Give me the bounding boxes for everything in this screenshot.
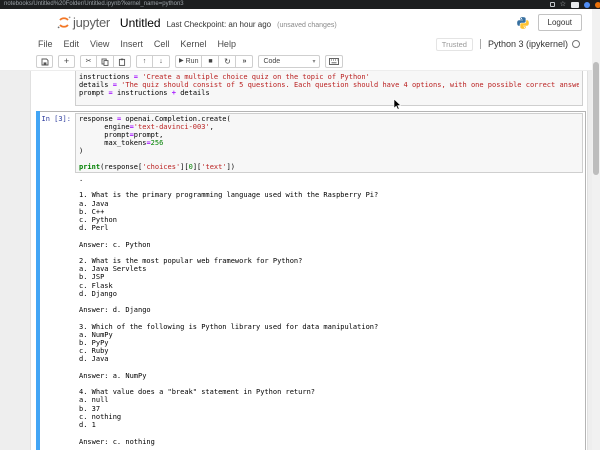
insert-cell-button[interactable]: + — [58, 55, 75, 68]
plus-icon: + — [63, 56, 70, 66]
arrow-down-icon: ↓ — [159, 58, 163, 65]
kernel-indicator: Python 3 (ipykernel) — [479, 39, 580, 49]
vertical-scrollbar[interactable] — [592, 9, 600, 450]
restart-run-all-button[interactable]: » — [236, 55, 254, 68]
kernel-idle-icon — [572, 40, 580, 48]
unsaved-changes-label: (unsaved changes) — [277, 21, 337, 29]
restart-kernel-button[interactable]: ↻ — [219, 55, 237, 68]
share-icon[interactable] — [549, 2, 555, 7]
menu-bar: File Edit View Insert Cell Kernel Help Trusted… — [0, 36, 592, 52]
browser-bar: notebooks/Untitled%20Folder/Untitled.ipy… — [0, 0, 600, 9]
play-icon: ▶ — [179, 58, 184, 64]
notebook-title[interactable]: Untitled — [120, 16, 161, 30]
jupyter-logo[interactable]: jupyter — [57, 15, 110, 30]
save-icon — [41, 58, 48, 65]
notebook-toolbar: + ✂ ↑ ↓ ▶ Run ■ ↻ » Code ▾ — [0, 53, 592, 71]
jupyter-logo-icon — [57, 16, 71, 29]
menu-items: File Edit View Insert Cell Kernel Help — [38, 39, 236, 49]
python-logo-icon — [516, 16, 529, 29]
selected-cell-indicator — [36, 111, 40, 450]
move-cell-up-button[interactable]: ↑ — [136, 55, 153, 68]
notebook-area: instructions = 'Create a multiple choice… — [0, 71, 592, 450]
cell-output-text: . 1. What is the primary programming lan… — [79, 175, 379, 446]
browser-url-bar[interactable]: notebooks/Untitled%20Folder/Untitled.ipy… — [0, 0, 550, 9]
scissors-icon: ✂ — [85, 58, 92, 65]
page-margin-left — [0, 71, 31, 450]
interrupt-kernel-button[interactable]: ■ — [202, 55, 220, 68]
active-code-cell[interactable]: response = openai.Completion.create( eng… — [75, 113, 583, 173]
clipboard-icon — [118, 58, 126, 66]
menu-item-edit[interactable]: Edit — [64, 39, 80, 49]
active-cell-code: response = openai.Completion.create( eng… — [79, 115, 235, 171]
menu-item-cell[interactable]: Cell — [154, 39, 170, 49]
jupyter-notebook-window: notebooks/Untitled%20Folder/Untitled.ipy… — [0, 0, 600, 450]
logout-button[interactable]: Logout — [537, 14, 582, 31]
menu-item-view[interactable]: View — [90, 39, 109, 49]
trusted-badge[interactable]: Trusted — [435, 37, 473, 51]
command-palette-button[interactable] — [325, 55, 344, 68]
menu-item-file[interactable]: File — [38, 39, 53, 49]
profile-avatar[interactable] — [584, 1, 590, 8]
run-button[interactable]: ▶ Run — [175, 55, 203, 68]
menu-item-insert[interactable]: Insert — [120, 39, 143, 49]
paste-cells-button[interactable] — [114, 55, 131, 68]
restart-icon: ↻ — [224, 57, 231, 66]
move-cell-down-button[interactable]: ↓ — [153, 55, 170, 68]
cell-above-code: instructions = 'Create a multiple choice… — [79, 73, 579, 97]
cell-type-select[interactable]: Code ▾ — [258, 55, 321, 68]
menu-item-kernel[interactable]: Kernel — [180, 39, 206, 49]
cut-cells-button[interactable]: ✂ — [80, 55, 97, 68]
fast-forward-icon: » — [242, 58, 247, 65]
save-button[interactable] — [36, 55, 53, 68]
bookmark-star-icon[interactable]: ☆ — [560, 1, 566, 8]
checkpoint-status: Last Checkpoint: an hour ago — [166, 19, 272, 29]
browser-menu-icon[interactable] — [595, 1, 600, 8]
scrollbar-thumb[interactable] — [593, 62, 599, 175]
copy-icon — [101, 58, 109, 66]
cell-type-value: Code — [263, 58, 281, 65]
jupyter-logo-text: jupyter — [73, 15, 110, 30]
code-cell-above[interactable]: instructions = 'Create a multiple choice… — [75, 71, 583, 106]
copy-cells-button[interactable] — [97, 55, 114, 68]
extension-icon[interactable] — [571, 1, 579, 8]
run-label: Run — [185, 58, 199, 65]
keyboard-icon — [329, 58, 340, 65]
arrow-up-icon: ↑ — [142, 58, 147, 65]
kernel-name: Python 3 (ipykernel) — [487, 39, 568, 49]
menu-item-help[interactable]: Help — [217, 39, 236, 49]
chevron-down-icon: ▾ — [312, 59, 316, 65]
stop-icon: ■ — [208, 58, 213, 65]
jupyter-header: jupyter Untitled Last Checkpoint: an hou… — [0, 9, 592, 36]
